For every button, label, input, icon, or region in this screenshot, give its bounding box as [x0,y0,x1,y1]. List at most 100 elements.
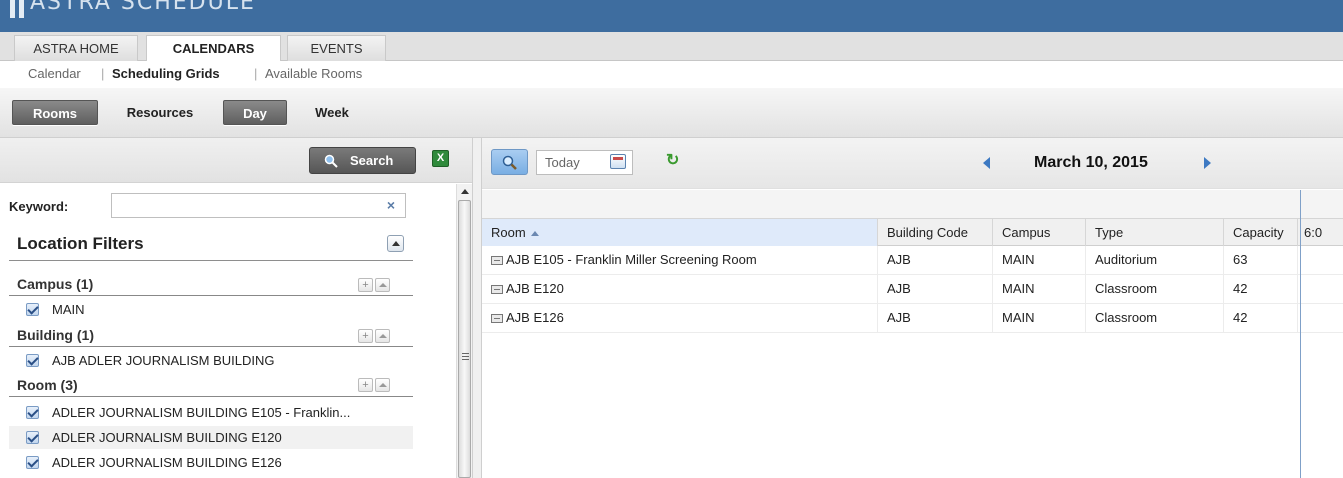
tab-astra-home[interactable]: ASTRA HOME [14,35,138,61]
app-logo-text: ASTRA SCHEDULE [30,0,256,15]
day-button[interactable]: Day [223,100,287,125]
column-header-type[interactable]: Type [1086,219,1224,246]
excel-export-icon[interactable]: X [432,150,449,167]
astra-logo-icon [10,0,24,18]
filter-panel-header: Search X [0,138,472,183]
column-header-time: 6:0 [1304,225,1323,240]
search-button[interactable]: Search [309,147,416,174]
cell-type: Classroom [1086,304,1224,332]
room-icon [491,314,503,323]
table-row[interactable]: AJB E105 - Franklin Miller Screening Roo… [482,246,1343,275]
app-banner: ASTRA SCHEDULE [0,0,1343,32]
subnav-calendar[interactable]: Calendar [28,66,81,81]
cell-room[interactable]: AJB E126 [482,304,878,332]
column-header-room[interactable]: Room [482,219,878,246]
divider [9,260,413,261]
add-building-icon[interactable]: + [358,329,373,343]
divider [9,295,413,296]
cell-room[interactable]: AJB E120 [482,275,878,303]
scheduling-grid-panel: Today ↻ March 10, 2015 Room Building Cod… [482,138,1343,478]
column-header-capacity[interactable]: Capacity [1224,219,1298,246]
cell-capacity: 42 [1224,275,1298,303]
collapse-filters-icon[interactable] [387,235,404,252]
sort-ascending-icon [530,231,539,237]
cell-building-code: AJB [878,246,993,274]
cell-room[interactable]: AJB E105 - Franklin Miller Screening Roo… [482,246,878,274]
next-day-icon[interactable] [1204,157,1211,169]
table-header: Room Building Code Campus Type Capacity … [482,218,1343,246]
location-filters-title: Location Filters [17,234,144,253]
subnav-separator: | [254,66,258,81]
checkbox-checked[interactable] [26,431,39,444]
add-campus-icon[interactable]: + [358,278,373,292]
room-icon [491,285,503,294]
collapse-campus-icon[interactable] [375,278,390,292]
scroll-up-icon[interactable] [461,189,469,194]
list-item[interactable]: ADLER JOURNALISM BUILDING E105 - Frankli… [9,401,413,424]
list-item[interactable]: AJB ADLER JOURNALISM BUILDING [9,349,413,372]
list-item[interactable]: MAIN [9,298,413,321]
filter-panel-scrollbar[interactable] [456,184,472,478]
current-date: March 10, 2015 [1034,154,1148,171]
checkbox-checked[interactable] [26,354,39,367]
scrollbar-thumb[interactable] [458,200,471,478]
column-header-building-code[interactable]: Building Code [878,219,993,246]
table-row[interactable]: AJB E126 AJB MAIN Classroom 42 [482,304,1343,333]
room-group-title: Room (3) [17,377,78,393]
subnav-scheduling-grids[interactable]: Scheduling Grids [112,66,220,81]
filter-panel: Search X Keyword: × Location Filters Cam… [0,138,472,478]
table-row[interactable]: AJB E120 AJB MAIN Classroom 42 [482,275,1343,304]
column-label: Room [491,225,526,240]
checkbox-checked[interactable] [26,456,39,469]
cell-campus: MAIN [993,275,1086,303]
search-icon [324,154,338,168]
cell-capacity: 63 [1224,246,1298,274]
collapse-room-icon[interactable] [375,378,390,392]
add-room-icon[interactable]: + [358,378,373,392]
grid-header-bar: Today ↻ March 10, 2015 [482,138,1343,189]
view-toolbar: Rooms Resources Day Week [0,88,1343,138]
room-name: AJB E105 - Franklin Miller Screening Roo… [506,252,757,267]
cell-type: Auditorium [1086,246,1224,274]
keyword-input[interactable] [111,193,406,218]
filter-item-label: ADLER JOURNALISM BUILDING E120 [52,430,282,445]
week-button[interactable]: Week [296,100,368,125]
rooms-button[interactable]: Rooms [12,100,98,125]
calendar-icon[interactable] [610,154,626,169]
filter-item-label: ADLER JOURNALISM BUILDING E126 [52,455,282,470]
cell-campus: MAIN [993,246,1086,274]
list-item[interactable]: ADLER JOURNALISM BUILDING E126 [9,451,413,474]
cell-campus: MAIN [993,304,1086,332]
subnav-separator: | [101,66,105,81]
cell-building-code: AJB [878,275,993,303]
room-icon [491,256,503,265]
grip-icon [462,353,469,360]
top-tab-bar: ASTRA HOME CALENDARS EVENTS [0,32,1343,62]
building-group-title: Building (1) [17,327,94,343]
filter-item-label: ADLER JOURNALISM BUILDING E105 - Frankli… [52,405,351,420]
sub-navigation: Calendar | Scheduling Grids | Available … [0,61,1343,88]
checkbox-checked[interactable] [26,303,39,316]
tab-calendars[interactable]: CALENDARS [146,35,281,62]
list-item[interactable]: ADLER JOURNALISM BUILDING E120 [9,426,413,449]
previous-day-icon[interactable] [983,157,990,169]
cell-type: Classroom [1086,275,1224,303]
refresh-icon[interactable]: ↻ [666,152,684,170]
column-header-campus[interactable]: Campus [993,219,1086,246]
checkbox-checked[interactable] [26,406,39,419]
resources-button[interactable]: Resources [112,100,208,125]
cell-building-code: AJB [878,304,993,332]
panel-splitter[interactable] [472,138,482,478]
collapse-building-icon[interactable] [375,329,390,343]
current-time-line [1300,190,1301,478]
divider [9,346,413,347]
room-name: AJB E126 [506,310,564,325]
search-button-label: Search [350,153,394,168]
cell-capacity: 42 [1224,304,1298,332]
campus-group-title: Campus (1) [17,276,94,292]
subnav-available-rooms[interactable]: Available Rooms [265,66,362,81]
grid-search-button[interactable] [491,149,528,175]
clear-keyword-icon[interactable]: × [383,197,399,213]
tab-events[interactable]: EVENTS [287,35,386,61]
search-icon [502,155,517,170]
